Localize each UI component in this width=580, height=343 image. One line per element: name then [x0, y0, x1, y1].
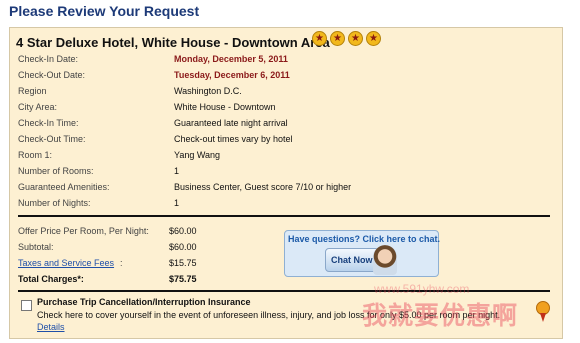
detail-value: Tuesday, December 6, 2011 [174, 70, 290, 80]
charge-label: Subtotal: [18, 242, 54, 252]
charge-value: $60.00 [169, 226, 197, 236]
agent-avatar [373, 245, 397, 275]
insurance-details-link[interactable]: Details [37, 322, 65, 332]
star-icon: ★ [312, 31, 327, 46]
detail-label: Number of Nights: [18, 198, 91, 208]
watermark-text: 我就要优惠啊 [362, 302, 519, 330]
award-ribbon-icon [536, 301, 550, 322]
detail-label: Check-In Time: [18, 118, 79, 128]
detail-value: Yang Wang [174, 150, 221, 160]
watermark-url: www.591yhw.com [374, 282, 470, 296]
detail-value: Business Center, Guest score 7/10 or hig… [174, 182, 352, 192]
star-icon: ★ [366, 31, 381, 46]
page-title: Please Review Your Request [9, 3, 200, 19]
review-panel: 4 Star Deluxe Hotel, White House - Downt… [9, 27, 563, 339]
detail-value: 1 [174, 198, 180, 208]
charge-label: Total Charges*: [18, 274, 84, 284]
charge-value: $75.75 [169, 274, 197, 284]
detail-value: 1 [174, 166, 180, 176]
insurance-title: Purchase Trip Cancellation/Interruption … [37, 297, 251, 307]
chat-now-label: Chat Now [331, 255, 373, 265]
detail-label: Guaranteed Amenities: [18, 182, 110, 192]
divider [18, 290, 550, 292]
star-icon: ★ [330, 31, 345, 46]
detail-label: Check-Out Time: [18, 134, 86, 144]
detail-value: Washington D.C. [174, 86, 242, 96]
star-icon: ★ [348, 31, 363, 46]
insurance-checkbox[interactable] [21, 300, 32, 311]
chat-question[interactable]: Have questions? Click here to chat. [288, 234, 440, 244]
detail-value: Check-out times vary by hotel [174, 134, 293, 144]
divider [18, 215, 550, 217]
detail-label: City Area: [18, 102, 58, 112]
detail-label: Room 1: [18, 150, 53, 160]
taxes-fees-link[interactable]: Taxes and Service Fees [18, 258, 114, 268]
colon-text: : [120, 258, 123, 268]
star-rating: ★ ★ ★ ★ [312, 31, 381, 46]
detail-label: Check-In Date: [18, 54, 79, 64]
charge-label: Offer Price Per Room, Per Night: [18, 226, 149, 236]
charge-value: $60.00 [169, 242, 197, 252]
charge-value: $15.75 [169, 258, 197, 268]
detail-value: Guaranteed late night arrival [174, 118, 288, 128]
detail-value: White House - Downtown [174, 102, 276, 112]
detail-label: Number of Rooms: [18, 166, 94, 176]
chat-widget[interactable]: Have questions? Click here to chat. Chat… [284, 230, 440, 277]
detail-label: Region [18, 86, 47, 96]
detail-value: Monday, December 5, 2011 [174, 54, 288, 64]
hotel-name: 4 Star Deluxe Hotel, White House - Downt… [16, 35, 330, 50]
detail-label: Check-Out Date: [18, 70, 86, 80]
